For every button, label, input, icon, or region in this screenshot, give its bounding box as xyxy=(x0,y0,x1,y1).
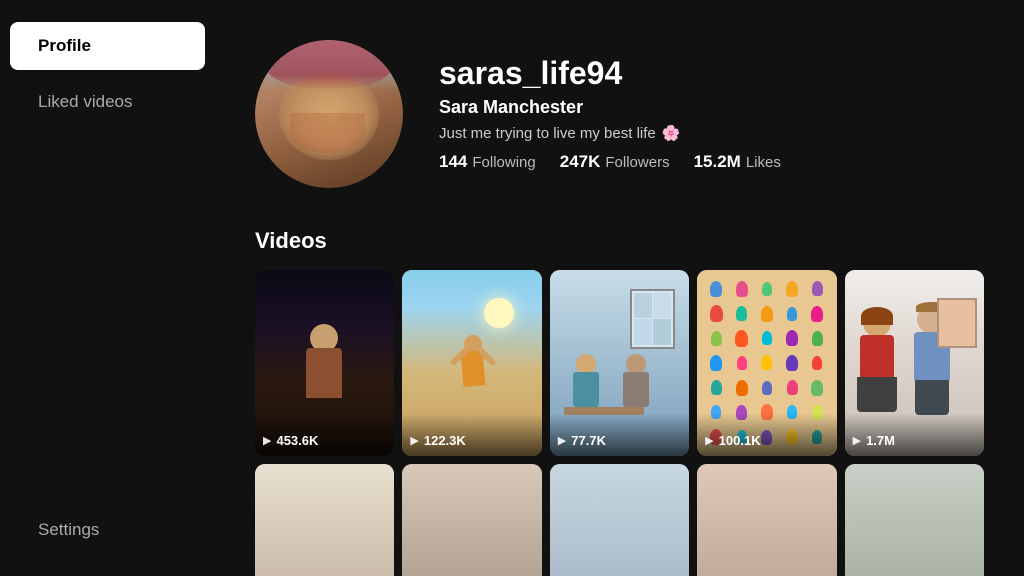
play-icon: ▶ xyxy=(705,434,713,447)
sidebar-item-liked-videos[interactable]: Liked videos xyxy=(10,78,205,126)
followers-count: 247K xyxy=(560,152,601,172)
videos-section: Videos ▶ 453.6K xyxy=(255,228,984,576)
view-count: 453.6K xyxy=(276,433,318,448)
sidebar: Profile Liked videos Settings xyxy=(0,0,215,576)
play-icon: ▶ xyxy=(263,434,271,447)
following-count: 144 xyxy=(439,152,467,172)
profile-stats: 144 Following 247K Followers 15.2M Likes xyxy=(439,152,781,172)
view-count: 77.7K xyxy=(571,433,606,448)
video-card[interactable] xyxy=(255,464,394,576)
view-count: 100.1K xyxy=(719,433,761,448)
video-card[interactable] xyxy=(845,464,984,576)
profile-bio: Just me trying to live my best life 🌸 xyxy=(439,124,781,142)
view-count: 122.3K xyxy=(424,433,466,448)
video-card[interactable] xyxy=(697,464,836,576)
following-label: Following xyxy=(472,154,535,171)
sidebar-item-settings[interactable]: Settings xyxy=(10,506,205,554)
following-stat: 144 Following xyxy=(439,152,536,172)
video-overlay: ▶ 453.6K xyxy=(255,413,394,456)
videos-section-title: Videos xyxy=(255,228,984,254)
view-count: 1.7M xyxy=(866,433,895,448)
play-icon: ▶ xyxy=(558,434,566,447)
video-overlay: ▶ 100.1K xyxy=(697,413,836,456)
followers-stat: 247K Followers xyxy=(560,152,670,172)
likes-count: 15.2M xyxy=(694,152,741,172)
likes-stat: 15.2M Likes xyxy=(694,152,781,172)
sidebar-item-profile[interactable]: Profile xyxy=(10,22,205,70)
avatar xyxy=(255,40,403,188)
video-card[interactable]: ▶ 1.7M xyxy=(845,270,984,456)
profile-info: saras_life94 Sara Manchester Just me try… xyxy=(439,56,781,172)
video-card[interactable]: ▶ 100.1K xyxy=(697,270,836,456)
video-card[interactable]: ▶ 453.6K xyxy=(255,270,394,456)
video-overlay: ▶ 77.7K xyxy=(550,413,689,456)
play-icon: ▶ xyxy=(853,434,861,447)
profile-display-name: Sara Manchester xyxy=(439,97,781,118)
videos-grid: ▶ 453.6K xyxy=(255,270,984,456)
video-card[interactable]: ▶ 77.7K xyxy=(550,270,689,456)
play-icon: ▶ xyxy=(410,434,418,447)
profile-header: saras_life94 Sara Manchester Just me try… xyxy=(255,40,984,188)
main-content: saras_life94 Sara Manchester Just me try… xyxy=(215,0,1024,576)
video-card[interactable]: ▶ 122.3K xyxy=(402,270,541,456)
video-overlay: ▶ 122.3K xyxy=(402,413,541,456)
likes-label: Likes xyxy=(746,154,781,171)
video-card[interactable] xyxy=(550,464,689,576)
followers-label: Followers xyxy=(605,154,669,171)
video-overlay: ▶ 1.7M xyxy=(845,413,984,456)
video-card[interactable] xyxy=(402,464,541,576)
profile-username: saras_life94 xyxy=(439,56,781,91)
videos-grid-row2 xyxy=(255,464,984,576)
